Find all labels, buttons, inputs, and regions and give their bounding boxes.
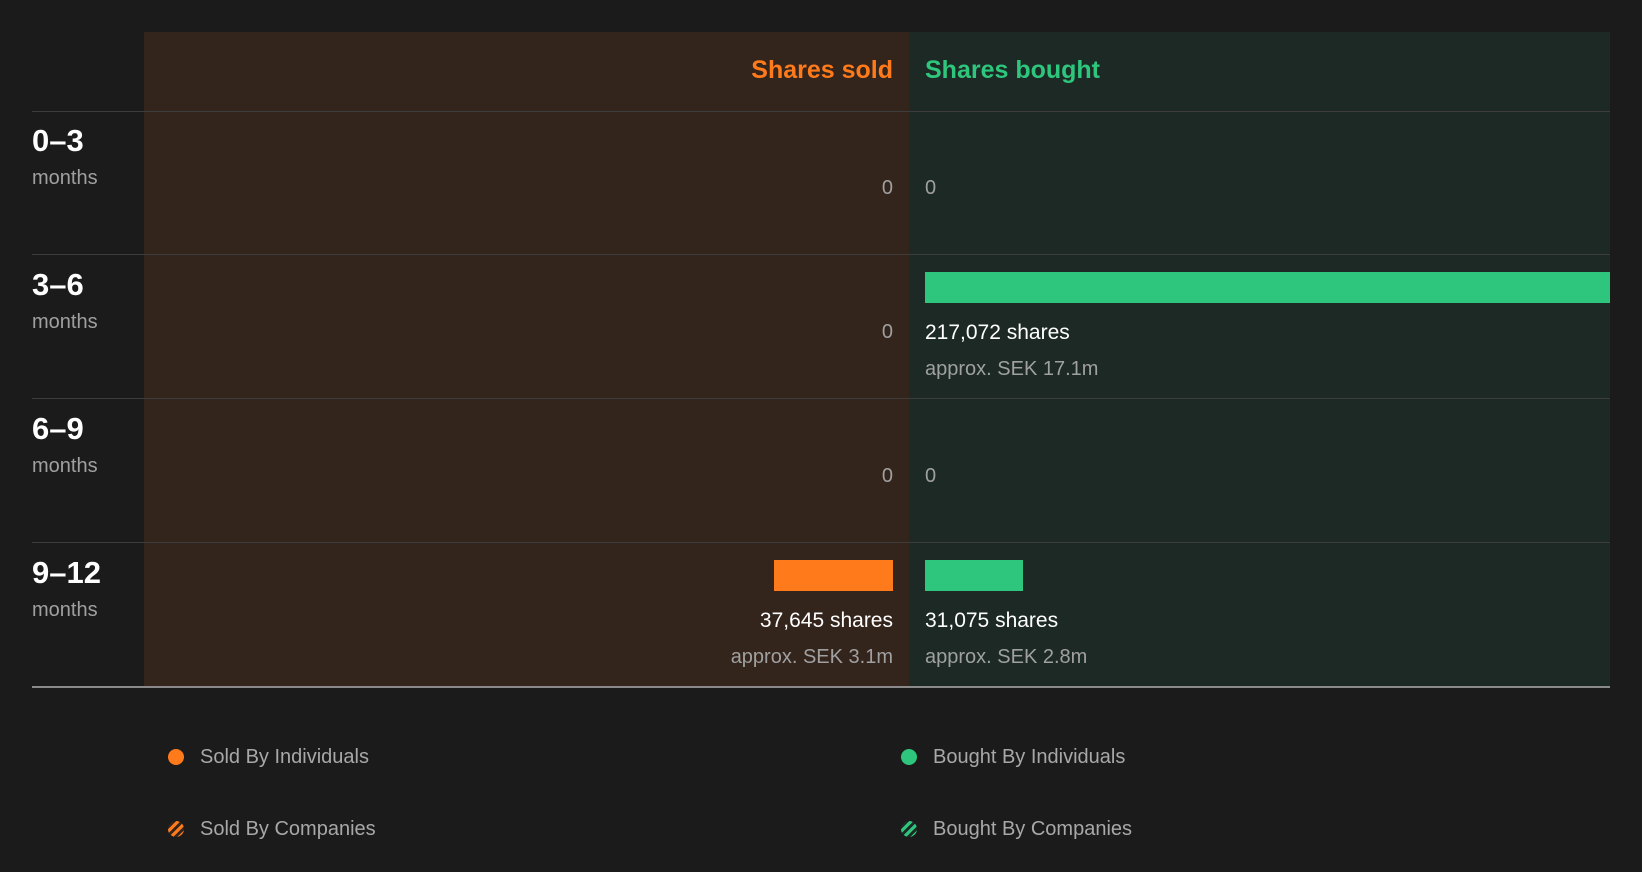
hatched-orange-dot-icon <box>168 821 184 837</box>
row-unit: months <box>32 455 98 477</box>
legend-bought-companies: Bought By Companies <box>901 816 1132 842</box>
sold-bar-9-12 <box>774 560 893 591</box>
bought-bar-9-12 <box>925 560 1023 591</box>
sold-zero-value: 0 <box>881 177 893 199</box>
chart-baseline <box>32 686 1610 688</box>
row-label-3-6: 3–6 months <box>32 266 98 335</box>
row-separator <box>32 111 1610 112</box>
row-range: 9–12 <box>32 555 101 590</box>
bought-zero-value: 0 <box>925 465 937 487</box>
shares-sold-header: Shares sold <box>751 56 893 84</box>
row-label-6-9: 6–9 months <box>32 410 98 479</box>
bought-shares-value: 217,072 shares <box>925 321 1070 344</box>
bought-bar-3-6 <box>925 272 1610 303</box>
row-range: 6–9 <box>32 411 84 446</box>
row-label-9-12: 9–12 months <box>32 554 101 623</box>
row-unit: months <box>32 599 98 621</box>
row-range: 0–3 <box>32 123 84 158</box>
shares-bought-header: Shares bought <box>925 56 1101 84</box>
legend-sold-companies: Sold By Companies <box>168 816 376 842</box>
row-range: 3–6 <box>32 267 84 302</box>
solid-green-dot-icon <box>901 749 917 765</box>
row-label-0-3: 0–3 months <box>32 122 98 191</box>
solid-orange-dot-icon <box>168 749 184 765</box>
insider-trading-chart: Shares sold Shares bought 0–3 months 0 0… <box>0 0 1642 690</box>
legend-label: Sold By Companies <box>200 818 376 840</box>
hatched-green-dot-icon <box>901 821 917 837</box>
bought-sek-value: approx. SEK 17.1m <box>925 358 1099 380</box>
row-separator <box>32 542 1610 543</box>
sold-shares-value: 37,645 shares <box>759 609 893 632</box>
bought-shares-value: 31,075 shares <box>925 609 1059 632</box>
bought-sek-value: approx. SEK 2.8m <box>925 646 1088 668</box>
row-unit: months <box>32 167 98 189</box>
legend-bought-individuals: Bought By Individuals <box>901 744 1125 770</box>
row-separator <box>32 254 1610 255</box>
legend-sold-individuals: Sold By Individuals <box>168 744 369 770</box>
legend-label: Bought By Companies <box>933 818 1133 840</box>
sold-zero-value: 0 <box>881 465 893 487</box>
sold-sek-value: approx. SEK 3.1m <box>730 646 893 668</box>
sold-zero-value: 0 <box>881 321 893 343</box>
row-separator <box>32 398 1610 399</box>
row-unit: months <box>32 311 98 333</box>
legend-label: Bought By Individuals <box>933 746 1126 768</box>
legend-label: Sold By Individuals <box>200 746 369 768</box>
bought-zero-value: 0 <box>925 177 937 199</box>
